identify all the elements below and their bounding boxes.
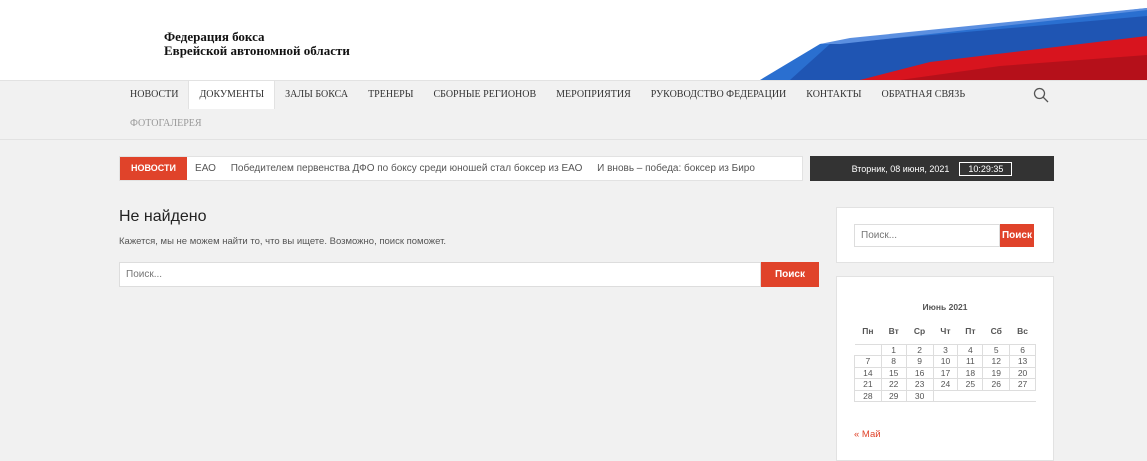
calendar-day: 27 [1009,378,1036,391]
search-icon[interactable] [1033,87,1049,103]
sidebar-search-button[interactable]: Поиск [1000,224,1034,247]
calendar-prev-month-link[interactable]: « Май [854,429,881,440]
calendar-week-row: 28 29 30 [854,389,1036,402]
weekday-header: Вт [881,319,907,345]
calendar-day: 3 [932,343,959,356]
weekday-header: Вс [1009,319,1036,345]
main-search-form: Поиск [119,262,819,287]
calendar-day [1009,390,1036,402]
nav-item-feedback[interactable]: ОБРАТНАЯ СВЯЗЬ [871,81,975,109]
site-title[interactable]: Федерация бокса Еврейской автономной обл… [164,30,350,58]
calendar-day: 29 [880,389,907,402]
site-title-line1: Федерация бокса [164,29,265,44]
calendar-day: 12 [982,355,1011,368]
weekday-header: Пн [854,319,882,345]
calendar-day: 26 [982,378,1011,391]
calendar-day: 19 [982,366,1011,379]
weekday-header: Сб [982,319,1010,345]
main-navigation: НОВОСТИ ДОКУМЕНТЫ ЗАЛЫ БОКСА ТРЕНЕРЫ СБО… [0,80,1147,140]
calendar-day: 8 [880,355,907,368]
main-search-button[interactable]: Поиск [761,262,819,287]
calendar-day: 17 [932,366,959,379]
calendar-day [854,344,882,356]
calendar-day: 10 [932,355,959,368]
sidebar-search-widget: Поиск [836,207,1054,263]
calendar-caption: Июнь 2021 [922,302,968,312]
calendar-week-row: 7 8 9 10 11 12 13 [854,355,1036,368]
nav-item-photo-gallery[interactable]: ФОТОГАЛЕРЕЯ [120,111,212,137]
calendar-day: 28 [854,389,882,402]
site-header: Федерация бокса Еврейской автономной обл… [0,0,1147,80]
calendar-widget: Июнь 2021 Пн Вт Ср Чт Пт Сб Вс 123456789… [836,276,1054,461]
calendar-table: Пн Вт Ср Чт Пт Сб Вс 1 2 3 4 5 6 7 8 9 10 11 12 13 14… [854,319,1036,402]
news-ticker: НОВОСТИ ЕАО Победителем первенства ДФО п… [119,156,803,181]
page-title: Не найдено [119,208,207,225]
calendar-day [933,390,958,402]
calendar-day [957,390,983,402]
calendar-day: 30 [905,389,934,402]
calendar-day: 9 [905,355,934,368]
ticker-item[interactable]: ЕАО [195,163,216,174]
nav-item-boxing-gyms[interactable]: ЗАЛЫ БОКСА [275,81,358,109]
nav-row-secondary: ФОТОГАЛЕРЕЯ [120,111,212,137]
calendar-day: 16 [905,366,934,379]
ticker-text: ЕАО Победителем первенства ДФО по боксу … [187,163,767,174]
ticker-item[interactable]: И вновь – победа: боксер из Биро [597,163,755,174]
site-title-line2: Еврейской автономной области [164,43,350,58]
calendar-day: 23 [905,378,934,391]
sidebar-search-form: Поиск [854,224,1034,247]
calendar-day: 25 [957,378,984,391]
calendar-day: 24 [932,378,959,391]
weekday-header: Чт [933,319,958,345]
calendar-day: 5 [982,343,1011,356]
weekday-header: Пт [957,319,983,345]
current-time: 10:29:35 [959,161,1013,176]
calendar-day: 6 [1009,343,1036,356]
calendar-week-row: 21 22 23 24 25 26 27 [854,378,1036,391]
nav-item-regional-teams[interactable]: СБОРНЫЕ РЕГИОНОВ [423,81,546,109]
main-search-input[interactable] [119,262,761,287]
calendar-day: 7 [854,355,882,368]
calendar-day: 1 [880,343,907,356]
calendar-day: 15 [880,366,907,379]
nav-item-news[interactable]: НОВОСТИ [120,81,188,109]
nav-item-contacts[interactable]: КОНТАКТЫ [796,81,871,109]
nav-item-documents[interactable]: ДОКУМЕНТЫ [188,81,276,109]
sidebar-search-input[interactable] [854,224,1000,247]
calendar-day: 18 [957,366,984,379]
calendar-day: 11 [957,355,984,368]
calendar-day: 22 [880,378,907,391]
calendar-week-row: 14 15 16 17 18 19 20 [854,366,1036,379]
calendar-body: 1 2 3 4 5 6 7 8 9 10 11 12 13 14 15 16 17 18 19 20 21 22 23 24 2… [854,343,1036,402]
nav-item-federation-leadership[interactable]: РУКОВОДСТВО ФЕДЕРАЦИИ [641,81,797,109]
calendar-day [982,390,1010,402]
calendar-day: 2 [905,343,934,356]
nav-row-primary: НОВОСТИ ДОКУМЕНТЫ ЗАЛЫ БОКСА ТРЕНЕРЫ СБО… [120,81,975,109]
nav-item-coaches[interactable]: ТРЕНЕРЫ [358,81,423,109]
date-time-bar: Вторник, 08 июня, 2021 10:29:35 [810,156,1054,181]
ticker-label: НОВОСТИ [120,157,188,180]
calendar-day: 4 [957,343,984,356]
calendar-day: 13 [1009,355,1036,368]
calendar-day: 14 [854,366,882,379]
calendar-day: 21 [854,378,882,391]
current-date: Вторник, 08 июня, 2021 [851,163,950,174]
page-description: Кажется, мы не можем найти то, что вы ищ… [119,236,447,247]
calendar-week-row: 123456 [854,343,1036,356]
ticker-item[interactable]: Победителем первенства ДФО по боксу сред… [231,163,583,174]
weekday-header: Ср [906,319,934,345]
calendar-day: 20 [1009,366,1036,379]
nav-item-events[interactable]: МЕРОПРИЯТИЯ [546,81,641,109]
